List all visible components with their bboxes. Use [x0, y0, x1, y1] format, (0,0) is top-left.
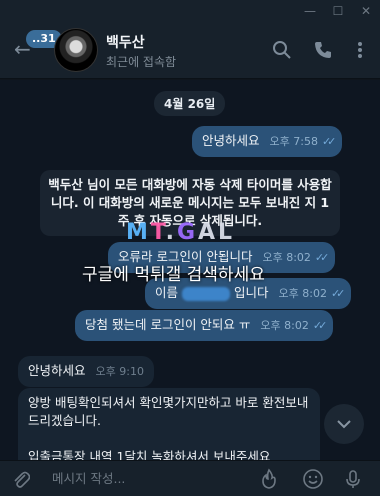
message-bubble[interactable]: 안녕하세요 오후 9:10 — [18, 356, 154, 387]
message-time: 오후 9:10 — [95, 365, 144, 378]
watermark-logo: MT.GAL — [126, 220, 236, 245]
redacted-name — [182, 286, 230, 301]
message-time: 오후 8:02 — [262, 251, 311, 264]
scroll-down-button[interactable] — [324, 404, 364, 444]
avatar[interactable] — [54, 28, 98, 72]
date-separator: 4월 26일 — [154, 91, 226, 116]
message-text: 입니다 — [233, 285, 269, 300]
double-check-icon: ✓✓ — [330, 287, 346, 300]
emoji-icon[interactable] — [302, 468, 324, 490]
message-bubble[interactable]: 안녕하세요 오후 7:58 ✓✓ — [192, 126, 343, 157]
message-text: 안녕하세요 — [28, 363, 86, 378]
message-bubble[interactable]: 당첨 됐는데 로그인이 안되요 ㅠ 오후 8:02 ✓✓ — [75, 310, 334, 341]
chat-status: 최근에 접속함 — [106, 55, 177, 69]
maximize-icon[interactable]: ☐ — [324, 0, 352, 22]
double-check-icon: ✓✓ — [312, 319, 328, 332]
message-text: 안녕하세요 — [202, 133, 260, 148]
chat-header: ← ..31 백두산 최근에 접속함 — [0, 22, 380, 79]
message-list[interactable]: 4월 26일 안녕하세요 오후 7:58 ✓✓ 백두산 님이 모든 대화방에 자동 … — [0, 80, 380, 460]
double-check-icon: ✓✓ — [321, 135, 337, 148]
watermark-text: 구글에 먹튀갤 검색하세요 — [82, 265, 265, 285]
chat-title[interactable]: 백두산 — [106, 32, 145, 52]
message-text: 양방 배팅확인되셔서 확인몇가지만하고 바로 환전보내드리겠습니다. — [28, 395, 309, 428]
message-text: 이름 — [155, 285, 179, 300]
message-time: 오후 7:58 — [269, 135, 318, 148]
minimize-icon[interactable]: — — [296, 0, 324, 22]
window-controls: — ☐ ✕ — [0, 0, 380, 22]
message-text: 입출금통장 내역 1달치 녹화하셔서 보내주세요 — [28, 449, 271, 460]
message-time: 오후 8:02 — [278, 287, 327, 300]
message-text: 당첨 됐는데 로그인이 안되요 ㅠ — [85, 317, 251, 332]
chevron-down-icon — [337, 420, 351, 429]
message-time: 오후 8:02 — [260, 319, 309, 332]
message-input[interactable] — [52, 471, 242, 486]
paperclip-icon[interactable] — [12, 469, 30, 489]
double-check-icon: ✓✓ — [314, 251, 330, 264]
close-icon[interactable]: ✕ — [352, 0, 380, 22]
fire-icon[interactable] — [258, 468, 280, 490]
microphone-icon[interactable] — [342, 468, 364, 490]
more-vertical-icon[interactable] — [350, 40, 370, 60]
message-bubble[interactable]: 양방 배팅확인되셔서 확인몇가지만하고 바로 환전보내드리겠습니다. 입출금통장… — [18, 388, 320, 460]
phone-icon[interactable] — [313, 40, 333, 60]
message-composer — [0, 460, 380, 496]
search-icon[interactable] — [272, 40, 292, 60]
